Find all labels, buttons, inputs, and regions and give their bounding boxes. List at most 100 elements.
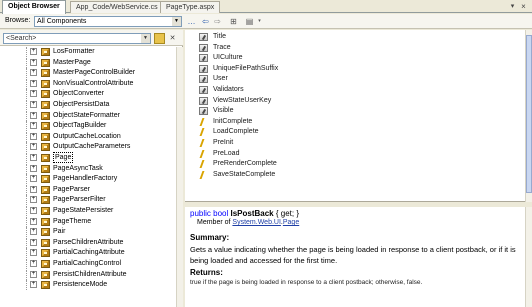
summary-text: Gets a value indicating whether the page… xyxy=(190,245,516,265)
tree-item[interactable]: + LosFormatter xyxy=(0,47,176,57)
expand-icon[interactable]: + xyxy=(30,48,37,55)
expand-icon[interactable]: + xyxy=(30,79,37,87)
expand-icon[interactable]: + xyxy=(30,185,37,193)
member-item[interactable]: User xyxy=(199,74,519,84)
member-item[interactable]: Trace xyxy=(199,43,519,53)
tree-item-label: ObjectTagBuilder xyxy=(53,122,107,130)
class-link[interactable]: Page xyxy=(283,219,299,226)
member-item[interactable]: UniqueFilePathSuffix xyxy=(199,64,519,74)
search-input[interactable]: <Search> ▼ xyxy=(3,33,151,44)
member-item[interactable]: LoadComplete xyxy=(199,127,519,137)
tree-item[interactable]: + PageParser xyxy=(0,184,176,195)
tree-item[interactable]: + ParseChildrenAttribute xyxy=(0,237,176,248)
namespace-link[interactable]: System.Web.UI xyxy=(232,219,281,226)
member-item[interactable]: ViewStateUserKey xyxy=(199,96,519,106)
tab-webservice-cs[interactable]: App_Code/WebService.cs xyxy=(70,1,164,13)
vertical-scrollbar[interactable] xyxy=(525,30,532,202)
tree-item[interactable]: + PartialCachingControl xyxy=(0,259,176,269)
member-item[interactable]: UICulture xyxy=(199,53,519,63)
member-item[interactable]: PreLoad xyxy=(199,149,519,159)
vertical-scrollbar[interactable] xyxy=(176,47,183,307)
expand-icon[interactable]: + xyxy=(30,101,37,108)
expand-icon[interactable]: + xyxy=(30,122,37,130)
class-icon xyxy=(41,154,50,162)
forward-arrow-icon[interactable]: ⇨ xyxy=(212,16,223,27)
tree-item[interactable]: + OutputCacheParameters xyxy=(0,142,176,153)
tree-guide-line xyxy=(26,110,27,121)
window-position-icon[interactable]: ▾ xyxy=(508,2,517,11)
tree-item[interactable]: + Page xyxy=(0,152,176,163)
class-icon xyxy=(41,260,50,268)
member-item[interactable]: InitComplete xyxy=(199,117,519,127)
tree-item[interactable]: + OutputCacheLocation xyxy=(0,131,176,142)
object-browser-toolbar: Browse: All Components ▼ … ⇦ ⇨ ⊞ ▤ ▾ xyxy=(0,14,532,29)
returns-text: true if the page is being loaded in resp… xyxy=(190,279,423,286)
tab-pagetype-aspx[interactable]: PageType.aspx xyxy=(160,1,221,13)
tree-item[interactable]: + MasterPageControlBuilder xyxy=(0,68,176,79)
tree-item[interactable]: + ObjectStateFormatter xyxy=(0,110,176,121)
member-item[interactable]: PreInit xyxy=(199,138,519,148)
expand-icon[interactable]: + xyxy=(30,90,37,98)
accessor-text: { get; } xyxy=(275,209,300,218)
expand-icon[interactable]: + xyxy=(30,175,37,183)
browse-scope-dropdown[interactable]: All Components ▼ xyxy=(34,16,182,27)
search-icon[interactable] xyxy=(154,33,165,44)
expand-icon[interactable]: + xyxy=(30,58,37,66)
customize-icon[interactable]: … xyxy=(186,16,197,27)
member-label: Validators xyxy=(213,86,244,93)
tree-guide-line xyxy=(26,227,27,238)
expand-icon[interactable]: + xyxy=(30,154,37,161)
expand-icon[interactable]: + xyxy=(30,207,37,214)
expand-icon[interactable]: + xyxy=(30,217,37,225)
expand-icon[interactable]: + xyxy=(30,143,37,151)
member-item[interactable]: PreRenderComplete xyxy=(199,159,519,169)
tree-item[interactable]: + PartialCachingAttribute xyxy=(0,248,176,259)
event-icon xyxy=(199,150,206,158)
tree-item[interactable]: + PageAsyncTask xyxy=(0,163,176,174)
tree-guide-line xyxy=(26,153,27,163)
settings-dropdown-icon[interactable]: ▾ xyxy=(254,16,265,27)
expand-icon[interactable]: + xyxy=(30,238,37,246)
clear-search-icon[interactable]: ✕ xyxy=(167,33,178,44)
expand-icon[interactable]: + xyxy=(30,249,37,257)
expand-icon[interactable]: + xyxy=(30,281,37,289)
tree-item[interactable]: + PageParserFilter xyxy=(0,195,176,206)
close-icon[interactable]: × xyxy=(519,2,528,11)
search-placeholder: <Search> xyxy=(6,35,37,42)
tree-item[interactable]: + NonVisualControlAttribute xyxy=(0,78,176,89)
tree-item[interactable]: + ObjectPersistData xyxy=(0,100,176,110)
expand-icon[interactable]: + xyxy=(30,111,37,119)
member-item[interactable]: SaveStateComplete xyxy=(199,170,519,180)
expand-icon[interactable]: + xyxy=(30,132,37,140)
expand-icon[interactable]: + xyxy=(30,260,37,267)
tree-item[interactable]: + MasterPage xyxy=(0,57,176,68)
vertical-scrollbar[interactable] xyxy=(525,207,532,307)
class-icon xyxy=(41,132,50,141)
tree-item[interactable]: + PageStatePersister xyxy=(0,206,176,216)
member-item[interactable]: Title xyxy=(199,32,519,42)
member-item[interactable]: Visible xyxy=(199,106,519,116)
expand-icon[interactable]: + xyxy=(30,164,37,172)
tree-item[interactable]: + PageHandlerFactory xyxy=(0,174,176,185)
add-reference-icon[interactable]: ⊞ xyxy=(228,16,239,27)
tree-item[interactable]: + ObjectTagBuilder xyxy=(0,121,176,132)
property-icon xyxy=(199,54,208,63)
tree-guide-line xyxy=(26,121,27,132)
tab-object-browser[interactable]: Object Browser xyxy=(2,0,66,14)
expand-icon[interactable]: + xyxy=(30,228,37,236)
scrollbar-thumb[interactable] xyxy=(526,35,532,193)
tree-item[interactable]: + ObjectConverter xyxy=(0,89,176,100)
expand-icon[interactable]: + xyxy=(30,270,37,278)
member-label: SaveStateComplete xyxy=(213,170,276,178)
event-icon xyxy=(199,118,206,126)
class-icon xyxy=(41,175,50,184)
back-arrow-icon[interactable]: ⇦ xyxy=(200,16,211,27)
tree-item[interactable]: + PersistenceMode xyxy=(0,280,176,291)
expand-icon[interactable]: + xyxy=(30,69,37,77)
search-bar: <Search> ▼ ✕ xyxy=(0,30,183,46)
expand-icon[interactable]: + xyxy=(30,196,37,204)
tree-item[interactable]: + Pair xyxy=(0,227,176,238)
member-item[interactable]: Validators xyxy=(199,85,519,95)
tree-item[interactable]: + PersistChildrenAttribute xyxy=(0,269,176,280)
tree-item[interactable]: + PageTheme xyxy=(0,216,176,227)
